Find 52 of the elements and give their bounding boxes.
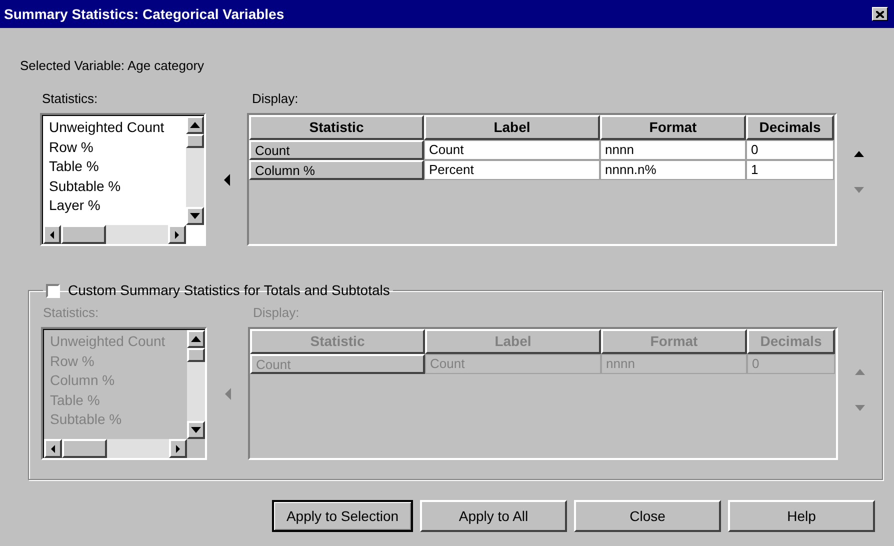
window-title: Summary Statistics: Categorical Variables xyxy=(4,4,284,24)
dialog-button[interactable]: Help xyxy=(728,500,875,532)
move-up-button[interactable] xyxy=(852,149,866,159)
statistics-label: Statistics: xyxy=(42,91,99,107)
scroll-right-icon xyxy=(176,444,180,452)
close-button[interactable] xyxy=(872,7,888,21)
scroll-down-icon xyxy=(191,427,201,433)
scroll-thumb[interactable] xyxy=(186,134,204,148)
list-item[interactable]: Unweighted Count xyxy=(49,118,186,138)
list-item[interactable]: Row % xyxy=(49,138,186,157)
move-left-icon xyxy=(224,174,230,186)
close-icon xyxy=(876,10,884,18)
column-header[interactable]: Label xyxy=(424,115,600,140)
column-header[interactable]: Decimals xyxy=(746,115,834,140)
list-item[interactable]: Layer % xyxy=(49,196,186,216)
table-cell: Percent xyxy=(424,160,600,180)
table-cell: 0 xyxy=(746,140,834,160)
table-cell: 0 xyxy=(747,354,835,374)
scroll-left-icon xyxy=(50,230,54,238)
checkbox-label: Custom Summary Statistics for Totals and Subtotals xyxy=(68,281,390,300)
dialog-button[interactable]: Apply to Selection xyxy=(272,500,413,532)
dialog-button[interactable]: Close xyxy=(574,500,721,532)
scroll-down-icon xyxy=(190,213,200,219)
column-header[interactable]: Format xyxy=(600,115,746,140)
table-cell: nnnn.n% xyxy=(600,160,746,180)
display-label: Display: xyxy=(253,305,300,321)
display-grid[interactable]: Statistic Label Format Decimals Count Count nnnn 0 Column % Percent nnnn.n% 1 xyxy=(247,113,837,246)
list-item[interactable]: Subtable % xyxy=(49,176,186,196)
scroll-thumb[interactable] xyxy=(62,439,107,458)
scroll-thumb[interactable] xyxy=(61,225,106,244)
vertical-scrollbar[interactable] xyxy=(186,116,204,225)
scroll-right-icon xyxy=(175,230,179,238)
scroll-up-icon xyxy=(191,336,201,342)
row-header[interactable]: Count xyxy=(249,140,424,160)
horizontal-scrollbar[interactable] xyxy=(43,225,186,244)
scroll-left-icon xyxy=(51,444,55,452)
list-item[interactable]: Table % xyxy=(49,157,186,176)
display-label: Display: xyxy=(252,91,298,107)
scroll-thumb[interactable] xyxy=(187,348,205,362)
scroll-up-icon xyxy=(190,122,200,128)
row-header[interactable]: Column % xyxy=(249,160,424,180)
move-left-icon xyxy=(224,388,230,400)
selected-variable-label: Selected Variable: Age category xyxy=(20,58,206,74)
statistics-label: Statistics: xyxy=(43,305,100,321)
table-cell: nnnn xyxy=(600,140,746,160)
statistics-list[interactable]: Unweighted Count Row % Table % Subtable % Layer % xyxy=(40,113,206,246)
dialog-button[interactable]: Apply to All xyxy=(420,500,567,532)
table-cell: nnnn xyxy=(601,354,747,374)
column-header[interactable]: Statistic xyxy=(249,115,424,140)
table-cell: 1 xyxy=(746,160,834,180)
table-cell: Count xyxy=(425,354,601,374)
table-cell: Count xyxy=(424,140,600,160)
